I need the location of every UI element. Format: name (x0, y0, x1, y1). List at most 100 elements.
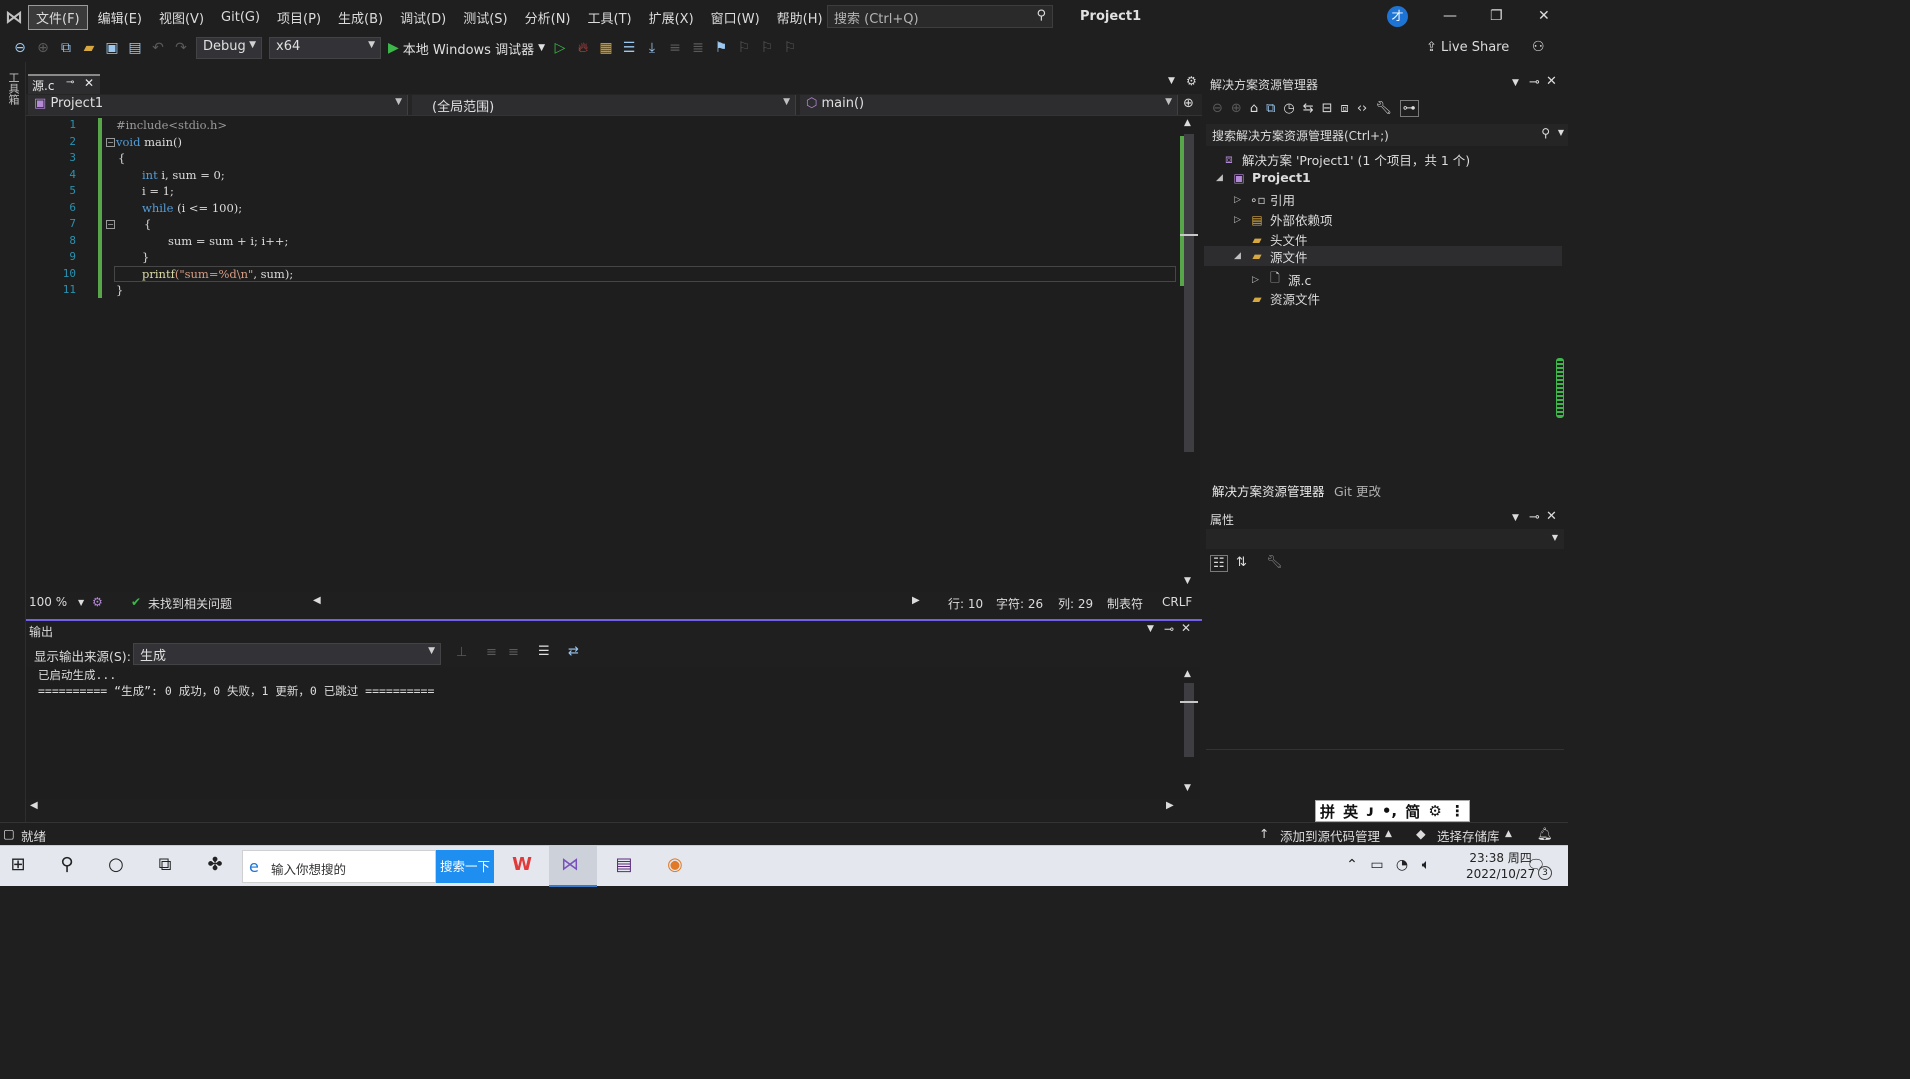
collapse-icon[interactable]: − (106, 220, 115, 229)
indent-mode[interactable]: 制表符 (1107, 595, 1143, 612)
back-icon[interactable]: ⊖ (12, 40, 28, 56)
ime-settings-icon[interactable]: ⚙ (1428, 802, 1441, 820)
alphabetical-icon[interactable]: ⇅ (1236, 555, 1247, 570)
wps-app-icon[interactable]: W (508, 854, 536, 875)
undo-icon[interactable]: ↶ (150, 40, 166, 56)
word-wrap-icon[interactable]: ⇄ (568, 644, 579, 659)
chevron-down-icon[interactable]: ▼ (1512, 78, 1519, 88)
pending-changes-icon[interactable]: ◷ (1283, 101, 1294, 116)
uncomment-icon[interactable]: ≣ (690, 40, 706, 56)
scrollbar-thumb[interactable] (1184, 134, 1194, 452)
close-icon[interactable]: ✕ (1546, 74, 1557, 89)
taskbar-search-button[interactable]: 搜索一下 (436, 850, 494, 883)
ime-more-icon[interactable]: ⋮ (1450, 802, 1465, 820)
code-editor[interactable]: 1 2 3 4 5 6 7 8 9 10 11 − − #include<std… (26, 116, 1180, 592)
project-nav-select[interactable]: ▣ Project1 ▼ (28, 95, 408, 115)
forward-icon[interactable]: ⊕ (35, 40, 51, 56)
avatar[interactable]: 才 (1387, 6, 1408, 27)
hot-reload-icon[interactable]: 🔥︎ (575, 40, 591, 56)
collapse-all-icon[interactable]: ⊟ (1322, 101, 1333, 116)
home-icon[interactable]: ⌂ (1250, 101, 1258, 116)
tree-item-resource-files[interactable]: ▰ 资源文件 (1234, 289, 1320, 308)
menu-extensions[interactable]: 扩展(X) (642, 6, 701, 29)
step-icon[interactable]: ⤓ (644, 40, 660, 56)
redo-icon[interactable]: ↷ (173, 40, 189, 56)
minimize-icon[interactable]: — (1443, 8, 1457, 24)
line-indicator[interactable]: 行: 10 (948, 595, 983, 612)
menu-test[interactable]: 测试(S) (456, 6, 514, 29)
expanded-arrow-icon[interactable]: ◢ (1216, 173, 1226, 183)
visual-studio-taskbar-button[interactable]: ⋈ (549, 846, 597, 887)
start-without-debugging-icon[interactable]: ▷ (552, 40, 568, 56)
scroll-up-icon[interactable]: ▲ (1184, 669, 1191, 679)
show-hidden-icons-icon[interactable]: ⌃ (1338, 857, 1366, 873)
find-message-icon[interactable]: ⊥ (456, 645, 467, 660)
editor-vertical-scrollbar[interactable]: ▲ ▼ (1180, 116, 1200, 592)
scroll-left-icon[interactable]: ◀ (313, 595, 321, 606)
restore-icon[interactable]: ❐ (1490, 8, 1503, 24)
collapse-icon[interactable]: − (106, 138, 115, 147)
scroll-right-icon[interactable]: ▶ (912, 595, 920, 606)
tree-item-source-files[interactable]: ◢ ▰ 源文件 (1204, 246, 1562, 266)
intellicode-icon[interactable]: ⚙ (92, 595, 103, 609)
pinwheel-app-icon[interactable]: ✤ (201, 854, 229, 875)
solution-search-input[interactable]: 搜索解决方案资源管理器(Ctrl+;) ⚲ ▼ (1206, 124, 1568, 146)
tab-git-changes[interactable]: Git 更改 (1334, 481, 1381, 500)
properties-wrench-icon[interactable]: 🔧︎ (1375, 101, 1392, 116)
menu-help[interactable]: 帮助(H) (770, 6, 830, 29)
chevron-up-icon[interactable]: ▲ (1505, 829, 1512, 839)
chevron-down-icon[interactable]: ▼ (78, 598, 84, 607)
char-indicator[interactable]: 字符: 26 (996, 595, 1043, 612)
menu-debug[interactable]: 调试(D) (393, 6, 453, 29)
settings-gear-icon[interactable]: ⚙ (1186, 74, 1197, 88)
pin-icon[interactable]: ⊸ (1529, 510, 1540, 525)
chevron-up-icon[interactable]: ▲ (1385, 829, 1392, 839)
close-icon[interactable]: ✕ (1538, 8, 1550, 24)
menu-analyze[interactable]: 分析(N) (518, 6, 578, 29)
terminal-app-icon[interactable]: ▤ (610, 854, 638, 875)
ime-simplified-toggle[interactable]: 简 (1405, 801, 1420, 822)
zoom-level[interactable]: 100 % (29, 595, 67, 609)
output-text-area[interactable]: 已启动生成... ========== “生成”: 0 成功，0 失败，1 更新… (26, 667, 1180, 799)
menu-edit[interactable]: 编辑(E) (91, 6, 149, 29)
switch-views-icon[interactable]: ⧉ (1266, 101, 1275, 116)
scroll-left-icon[interactable]: ◀ (30, 800, 38, 811)
preview-icon[interactable]: ⊶ (1399, 99, 1419, 117)
ime-toolbar[interactable]: 拼 英 ᴊ •, 简 ⚙ ⋮ (1315, 800, 1470, 822)
clear-all-icon[interactable]: ☰ (538, 644, 550, 659)
tree-item-solution[interactable]: ⧈ 解决方案 'Project1' (1 个项目，共 1 个) (1222, 150, 1470, 169)
tree-item-external-dependencies[interactable]: ▷ ▤ 外部依赖项 (1234, 210, 1333, 229)
open-folder-icon[interactable]: ▰ (81, 40, 97, 56)
visual-studio-logo-icon[interactable]: ⋈ (0, 0, 28, 34)
split-icon[interactable]: ⊕ (1183, 96, 1194, 111)
scroll-down-icon[interactable]: ▼ (1184, 783, 1191, 793)
output-source-select[interactable]: 生成 ▼ (133, 643, 441, 665)
scroll-right-icon[interactable]: ▶ (1166, 800, 1174, 811)
menu-tools[interactable]: 工具(T) (581, 6, 639, 29)
search-input[interactable]: 搜索 (Ctrl+Q) ⚲ (827, 5, 1053, 28)
save-icon[interactable]: ▣ (104, 40, 120, 56)
platform-select[interactable]: x64 ▼ (269, 37, 381, 59)
close-icon[interactable]: ✕ (1181, 621, 1191, 635)
live-share-button[interactable]: ⇪ Live Share (1426, 40, 1509, 55)
windows-start-icon[interactable]: ⊞ (4, 854, 32, 875)
run-debugger-button[interactable]: ▶ 本地 Windows 调试器 ▼ (388, 39, 545, 58)
save-all-icon[interactable]: ▤ (127, 40, 143, 56)
expanded-arrow-icon[interactable]: ◢ (1234, 251, 1244, 261)
menu-window[interactable]: 窗口(W) (704, 6, 767, 29)
bookmark-icon[interactable]: ⚑ (713, 40, 729, 56)
pin-icon[interactable]: ⊸ (66, 77, 74, 88)
pin-icon[interactable]: ⊸ (1529, 75, 1540, 90)
column-indicator[interactable]: 列: 29 (1058, 595, 1093, 612)
prev-message-icon[interactable]: ≡ (486, 645, 497, 660)
scrollbar-thumb[interactable] (1184, 683, 1194, 757)
next-bookmark-icon[interactable]: ⚐ (759, 40, 775, 56)
new-project-icon[interactable]: ⧉ (58, 40, 74, 56)
tab-list-dropdown-icon[interactable]: ▼ (1168, 76, 1175, 86)
notification-bell-icon[interactable]: 🔔︎ (1537, 826, 1553, 842)
scroll-up-icon[interactable]: ▲ (1184, 118, 1191, 128)
categorized-icon[interactable]: ☷ (1210, 555, 1228, 572)
cortana-icon[interactable]: ○ (102, 854, 130, 875)
forward-icon[interactable]: ⊕ (1231, 101, 1242, 116)
battery-icon[interactable]: ▭ (1363, 857, 1391, 873)
